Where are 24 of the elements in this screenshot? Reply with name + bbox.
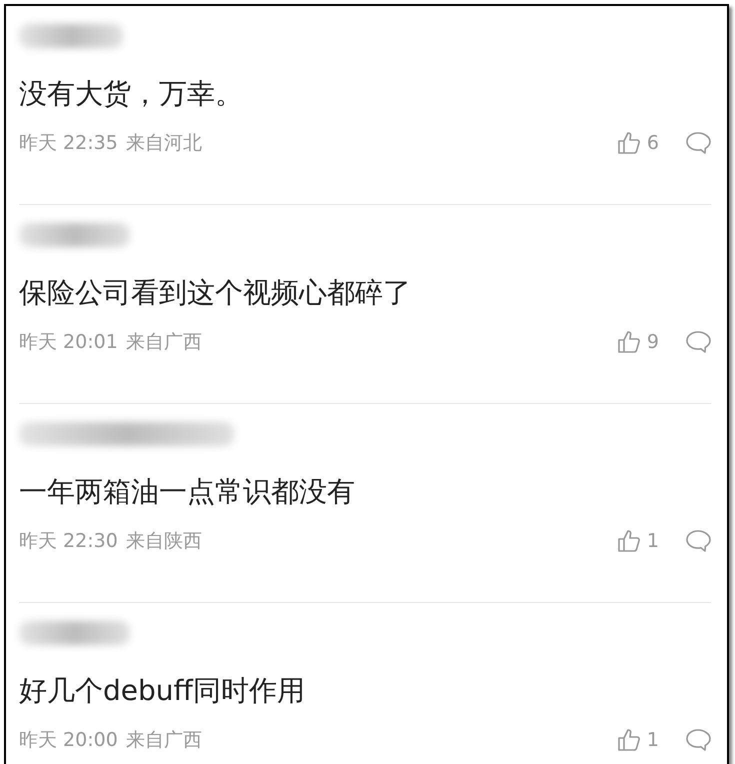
- like-button[interactable]: 6: [616, 130, 659, 156]
- comment-text: 没有大货，万幸。: [19, 76, 244, 112]
- thumbs-up-icon: [616, 529, 641, 553]
- comment-time: 昨天 22:35: [19, 131, 118, 156]
- comment-location: 来自陕西: [126, 529, 202, 554]
- comment-time: 昨天 22:30: [19, 529, 118, 554]
- comment-time: 昨天 20:00: [19, 728, 118, 753]
- thumbs-up-icon: [616, 330, 641, 354]
- like-button[interactable]: 9: [616, 329, 659, 355]
- comment-button[interactable]: [685, 330, 711, 354]
- comment-button[interactable]: [685, 728, 711, 752]
- like-button[interactable]: 1: [616, 528, 659, 554]
- thumbs-up-icon: [616, 131, 641, 155]
- comment-location: 来自广西: [126, 330, 202, 355]
- comment-location: 来自广西: [126, 728, 202, 753]
- comment-button[interactable]: [685, 529, 711, 553]
- comment-time: 昨天 20:01: [19, 330, 118, 355]
- comment-button[interactable]: [685, 131, 711, 155]
- comment-text: 好几个debuff同时作用: [19, 673, 306, 709]
- comment-location: 来自河北: [126, 131, 202, 156]
- like-button[interactable]: 1: [616, 727, 659, 753]
- comment-text: 一年两箱油一点常识都没有: [19, 474, 356, 510]
- comment-text: 保险公司看到这个视频心都碎了: [19, 275, 412, 311]
- thumbs-up-icon: [616, 728, 641, 752]
